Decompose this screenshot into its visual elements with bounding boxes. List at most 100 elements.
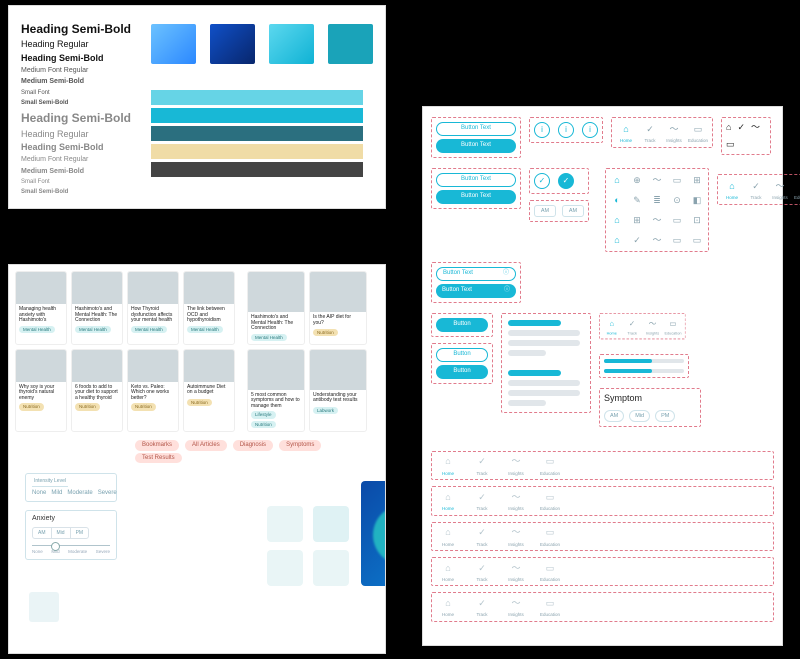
anxiety-segments[interactable]: AMMidPM <box>32 527 89 539</box>
info-icon[interactable]: i <box>558 122 574 138</box>
article-card[interactable]: Keto vs. Paleo: Which one works better? … <box>127 349 179 432</box>
nav-item-education[interactable]: ▭ Education <box>540 455 560 476</box>
grid-icon[interactable]: ▭ <box>690 233 704 247</box>
segment-option[interactable]: AM <box>33 528 52 538</box>
check-icon-fill[interactable]: ✓ <box>558 173 574 189</box>
button-fill[interactable]: Button Text <box>436 190 516 204</box>
article-card[interactable]: Autoimmune Diet on a budget Nutrition <box>183 349 235 432</box>
article-card[interactable]: 5 most common symptoms and how to manage… <box>247 349 305 432</box>
article-card[interactable]: How Thyroid dysfunction affects your men… <box>127 271 179 345</box>
grid-icon[interactable]: ⊕ <box>630 173 644 187</box>
nav-item-home[interactable]: ⌂ Home <box>438 526 458 547</box>
article-card[interactable]: Hashimoto's and Mental Health: The Conne… <box>71 271 123 345</box>
nav-item-home[interactable]: ⌂ Home <box>438 596 458 617</box>
check-icon[interactable]: ✓ <box>534 173 550 189</box>
symptom-option[interactable]: Mid <box>629 410 650 422</box>
nav-item-track[interactable]: ✓ Track <box>472 490 492 511</box>
nav-item-home[interactable]: ⌂ Home <box>722 179 742 200</box>
grid-icon[interactable]: ⌂ <box>610 213 624 227</box>
grid-icon[interactable]: ≣ <box>650 193 664 207</box>
grid-icon[interactable]: ▭ <box>670 173 684 187</box>
info-icon[interactable]: i <box>534 122 550 138</box>
nav-item-insights[interactable]: 〜 Insights <box>506 526 526 547</box>
button-outline[interactable]: Button <box>436 348 488 362</box>
nav-item-insights[interactable]: 〜 Insights <box>664 122 684 143</box>
button-fill[interactable]: Button <box>436 318 488 332</box>
nav-item-track[interactable]: ✓ Track <box>472 455 492 476</box>
grid-icon[interactable]: ▭ <box>670 213 684 227</box>
grid-icon[interactable]: ✎ <box>630 193 644 207</box>
nav-item-home[interactable]: ⌂ Home <box>616 122 636 143</box>
nav-item-track[interactable]: ✓ Track <box>746 179 766 200</box>
grid-icon[interactable]: 〜 <box>650 213 664 227</box>
nav-item-insights[interactable]: 〜 Insights <box>506 561 526 582</box>
nav-item-track[interactable]: ✓ Track <box>624 317 641 335</box>
nav-item-home[interactable]: ⌂ Home <box>438 490 458 511</box>
nav-item-home[interactable]: ⌂ Home <box>438 455 458 476</box>
anxiety-slider[interactable] <box>32 545 110 546</box>
insights-icon[interactable]: 〜 <box>751 122 760 133</box>
nav-item-education[interactable]: ▭ Education <box>664 317 681 335</box>
segment-option[interactable]: PM <box>71 528 89 538</box>
nav-item-education[interactable]: ▭ Education <box>540 490 560 511</box>
track-icon[interactable]: ✓ <box>737 122 745 133</box>
nav-item-track[interactable]: ✓ Track <box>472 561 492 582</box>
grid-icon[interactable]: ✓ <box>630 233 644 247</box>
nav-item-home[interactable]: ⌂ Home <box>603 317 620 335</box>
nav-item-insights[interactable]: 〜 Insights <box>506 596 526 617</box>
button-outline-icon[interactable]: Button Textⓘ <box>436 267 516 281</box>
article-card[interactable]: Is the AIP diet for you? Nutrition <box>309 271 367 345</box>
nav-item-education[interactable]: ▭ Education <box>540 596 560 617</box>
grid-icon[interactable]: 〜 <box>650 173 664 187</box>
symptom-option[interactable]: AM <box>604 410 624 422</box>
grid-icon[interactable]: ⊡ <box>690 213 704 227</box>
button-fill-icon[interactable]: Button Textⓘ <box>436 284 516 298</box>
education-icon[interactable]: ▭ <box>726 139 735 150</box>
pm-option[interactable]: AM <box>562 205 584 217</box>
grid-icon[interactable]: ⌂ <box>610 173 624 187</box>
grid-icon[interactable]: ◧ <box>690 193 704 207</box>
filter-chip[interactable]: All Articles <box>185 440 227 451</box>
home-icon[interactable]: ⌂ <box>726 122 731 133</box>
filter-chip[interactable]: Bookmarks <box>135 440 179 451</box>
am-option[interactable]: AM <box>534 205 556 217</box>
button-outline[interactable]: Button Text <box>436 173 516 187</box>
grid-icon[interactable]: ⊞ <box>630 213 644 227</box>
article-card[interactable]: Why soy is your thyroid's natural enemy … <box>15 349 67 432</box>
article-card[interactable]: Managing health anxiety with Hashimoto's… <box>15 271 67 345</box>
button-fill[interactable]: Button <box>436 365 488 379</box>
ampm-toggle[interactable]: AM AM <box>529 200 589 222</box>
intensity-field[interactable]: Intensity Level NoneMildModerateSevere <box>25 473 117 502</box>
nav-item-education[interactable]: ▭ Education <box>794 179 800 200</box>
article-card[interactable]: Understanding your antibody test results… <box>309 349 367 432</box>
filter-chip[interactable]: Diagnosis <box>233 440 273 451</box>
article-card[interactable]: The link between OCD and hypothyroidism … <box>183 271 235 345</box>
grid-icon[interactable]: ⊙ <box>670 193 684 207</box>
nav-item-education[interactable]: ▭ Education <box>540 561 560 582</box>
grid-icon[interactable]: ⊞ <box>690 173 704 187</box>
info-icon[interactable]: i <box>582 122 598 138</box>
segment-option[interactable]: Mid <box>52 528 71 538</box>
nav-item-track[interactable]: ✓ Track <box>640 122 660 143</box>
button-outline[interactable]: Button Text <box>436 122 516 136</box>
article-card[interactable]: 6 foods to add to your diet to support a… <box>71 349 123 432</box>
nav-item-education[interactable]: ▭ Education <box>688 122 708 143</box>
filter-chip[interactable]: Symptoms <box>279 440 321 451</box>
article-card[interactable]: Hashimoto's and Mental Health: The Conne… <box>247 271 305 345</box>
anxiety-field[interactable]: Anxiety AMMidPM NoneMildModerateSevere <box>25 510 117 560</box>
grid-icon[interactable]: ⌂ <box>610 233 624 247</box>
nav-item-insights[interactable]: 〜 Insights <box>770 179 790 200</box>
nav-item-insights[interactable]: 〜 Insights <box>644 317 661 335</box>
nav-item-insights[interactable]: 〜 Insights <box>506 490 526 511</box>
nav-item-home[interactable]: ⌂ Home <box>438 561 458 582</box>
nav-item-insights[interactable]: 〜 Insights <box>506 455 526 476</box>
symptom-option[interactable]: PM <box>655 410 675 422</box>
grid-icon[interactable]: ▭ <box>670 233 684 247</box>
nav-item-education[interactable]: ▭ Education <box>540 526 560 547</box>
grid-icon[interactable]: ◐ <box>610 193 624 207</box>
filter-chip[interactable]: Test Results <box>135 453 182 463</box>
nav-item-track[interactable]: ✓ Track <box>472 596 492 617</box>
button-fill[interactable]: Button Text <box>436 139 516 153</box>
nav-item-track[interactable]: ✓ Track <box>472 526 492 547</box>
grid-icon[interactable]: 〜 <box>650 233 664 247</box>
